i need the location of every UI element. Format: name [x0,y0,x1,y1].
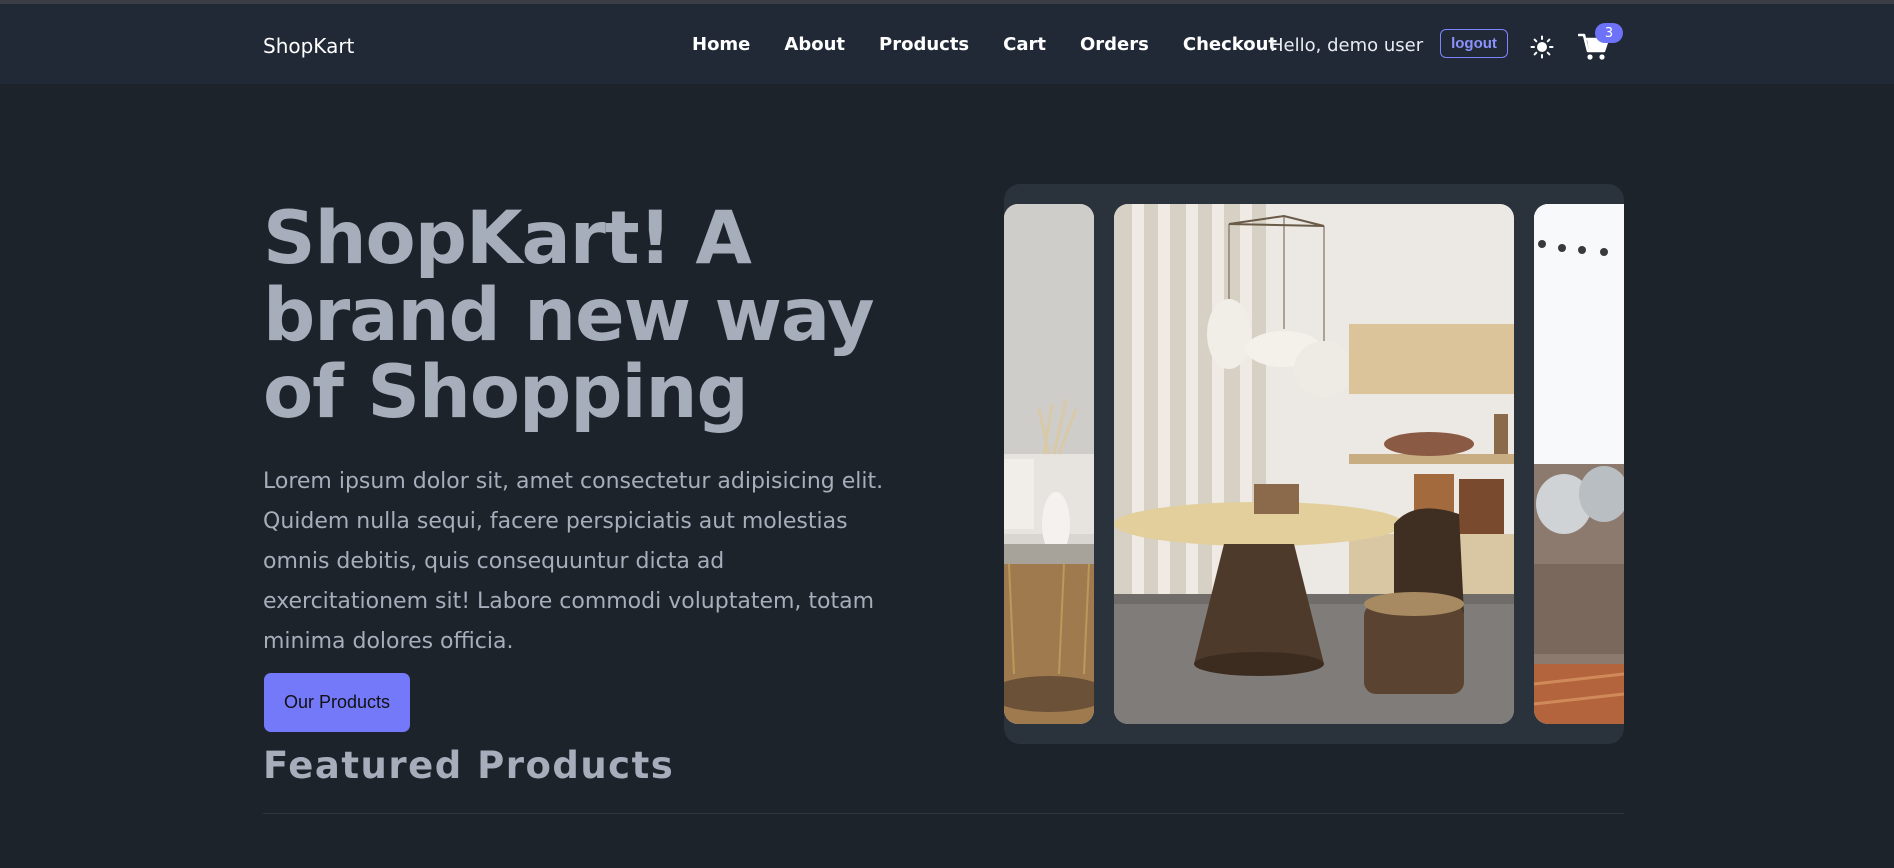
carousel-image-dining-room [1114,204,1514,724]
hero-title: ShopKart! A brand new way of Shopping [263,196,875,435]
section-divider [263,813,1624,814]
hero-description: Lorem ipsum dolor sit, amet consectetur … [263,469,884,654]
nav-link-cart[interactable]: Cart [1003,34,1046,55]
nav-link-products[interactable]: Products [879,34,969,55]
carousel-image-living-room [1004,204,1094,724]
nav-link-home[interactable]: Home [692,34,750,55]
featured-products-heading: Featured Products [263,744,675,787]
main-nav: Home About Products Cart Orders Checkout [692,34,1311,55]
carousel-image-sofa [1534,204,1624,724]
navbar: ShopKart Home About Products Cart Orders… [0,4,1894,84]
sun-icon[interactable] [1530,35,1554,59]
nav-link-about[interactable]: About [784,34,845,55]
our-products-button[interactable]: Our Products [264,673,410,732]
nav-link-checkout[interactable]: Checkout [1183,34,1277,55]
cart-count-badge: 3 [1595,23,1623,43]
logout-button[interactable]: logout [1440,29,1508,58]
brand-logo[interactable]: ShopKart [263,34,354,58]
user-greeting: Hello, demo user [1270,35,1424,56]
nav-link-orders[interactable]: Orders [1080,34,1149,55]
image-carousel[interactable] [1004,184,1624,744]
